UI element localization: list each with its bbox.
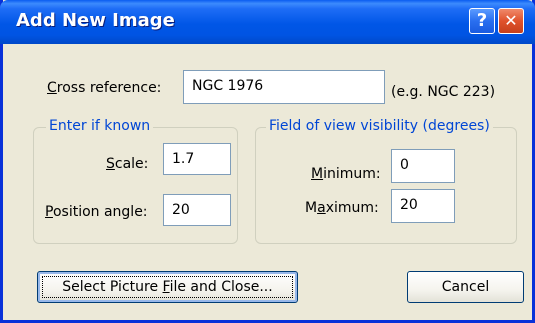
scale-label: Scale: [106, 156, 149, 172]
enter-if-known-legend: Enter if known [46, 118, 154, 134]
close-button[interactable]: ✕ [498, 8, 524, 34]
cross-reference-input[interactable]: NGC 1976 [183, 70, 385, 104]
help-button[interactable]: ? [469, 8, 495, 34]
maximum-label: Maximum: [305, 200, 379, 216]
add-new-image-dialog: Add New Image ? ✕ Cross reference: NGC 1… [0, 0, 535, 323]
minimum-input[interactable]: 0 [391, 149, 455, 183]
minimum-label: Minimum: [311, 166, 381, 182]
help-icon: ? [476, 10, 488, 31]
close-icon: ✕ [504, 11, 518, 30]
position-angle-label: Position angle: [45, 204, 148, 220]
cross-reference-label: Cross reference: [47, 80, 162, 96]
title-bar[interactable]: Add New Image ? ✕ [0, 0, 535, 44]
field-of-view-group: Field of view visibility (degrees) [255, 118, 517, 244]
cancel-button[interactable]: Cancel [407, 271, 524, 303]
scale-input[interactable]: 1.7 [163, 143, 231, 175]
select-picture-file-and-close-button[interactable]: Select Picture File and Close... [37, 271, 298, 303]
maximum-input[interactable]: 20 [391, 189, 455, 223]
focus-rectangle [42, 276, 293, 298]
position-angle-input[interactable]: 20 [163, 194, 231, 226]
field-of-view-legend: Field of view visibility (degrees) [266, 118, 493, 134]
cross-reference-hint: (e.g. NGC 223) [391, 84, 496, 100]
window-title: Add New Image [16, 10, 175, 31]
